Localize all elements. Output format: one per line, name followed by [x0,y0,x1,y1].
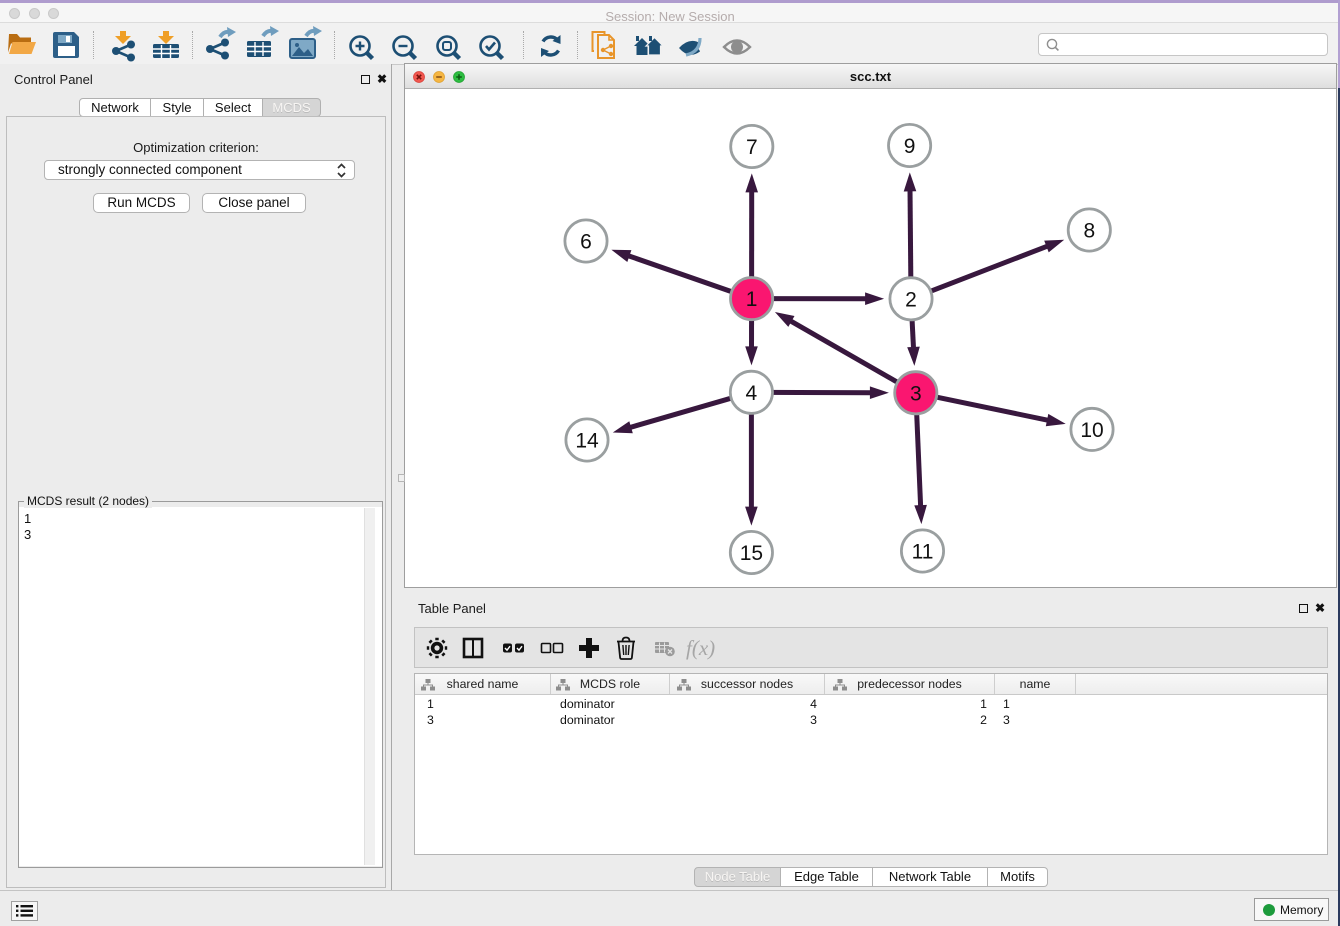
svg-text:f(x): f(x) [686,636,715,660]
svg-text:8: 8 [1083,220,1095,243]
svg-text:6: 6 [580,231,592,254]
svg-text:2: 2 [905,288,917,311]
svg-text:9: 9 [904,135,916,158]
svg-text:4: 4 [746,382,758,405]
svg-text:14: 14 [575,430,599,453]
svg-text:10: 10 [1080,419,1103,442]
svg-text:3: 3 [910,382,922,405]
svg-text:1: 1 [746,288,758,311]
svg-text:11: 11 [912,541,934,564]
svg-text:7: 7 [746,136,758,159]
svg-text:15: 15 [740,542,763,565]
